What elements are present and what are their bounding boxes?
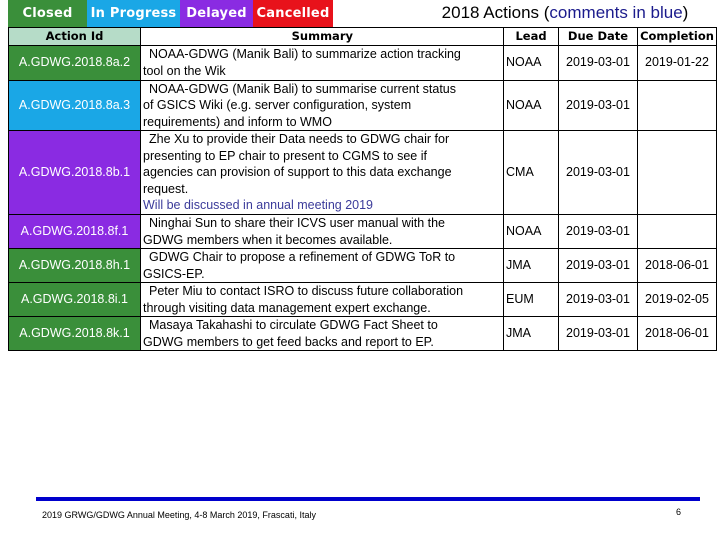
table-row: A.GDWG.2018.8h.1 GDWG Chair to propose a …: [8, 248, 717, 283]
footer-text: 2019 GRWG/GDWG Annual Meeting, 4-8 March…: [42, 510, 316, 520]
title-end: ): [682, 3, 689, 22]
completion-cell: 2018-06-01: [637, 248, 717, 283]
page-title: 2018 Actions (comments in blue): [430, 3, 700, 23]
due-date-cell: 2019-03-01: [558, 214, 638, 249]
legend-cancelled: Cancelled: [253, 0, 333, 27]
due-date-cell: 2019-03-01: [558, 44, 638, 81]
summary-line: Masaya Takahashi to circulate GDWG Fact …: [149, 318, 438, 332]
actions-table: Action Id Summary Lead Due Date Completi…: [8, 27, 717, 351]
action-id-cell: A.GDWG.2018.8f.1: [8, 214, 141, 249]
legend-delayed: Delayed: [180, 0, 253, 27]
lead-cell: NOAA: [503, 44, 559, 81]
title-highlight: comments in blue: [549, 3, 683, 22]
summary-line: GDWG Chair to propose a refinement of GD…: [149, 250, 456, 264]
table-row: A.GDWG.2018.8f.1 Ninghai Sun to share the…: [8, 214, 717, 249]
status-legend: Closed In Progress Delayed Cancelled: [8, 0, 333, 27]
legend-closed: Closed: [8, 0, 87, 27]
due-date-cell: 2019-03-01: [558, 316, 638, 351]
due-date-cell: 2019-03-01: [558, 248, 638, 283]
completion-cell: [637, 214, 717, 249]
lead-cell: CMA: [503, 130, 559, 215]
summary-line: Peter Miu to contact ISRO to discuss fut…: [149, 284, 464, 298]
summary-cell: GDWG Chair to propose a refinement of GD…: [140, 248, 504, 283]
footer-divider: [36, 497, 700, 501]
completion-cell: [637, 79, 717, 131]
completion-cell: 2018-06-01: [637, 316, 717, 351]
completion-cell: [637, 130, 717, 215]
summary-line: Ninghai Sun to share their ICVS user man…: [149, 216, 445, 230]
title-main: 2018 Actions (: [441, 3, 550, 22]
page-number: 6: [676, 507, 682, 517]
summary-line: NOAA-GDWG (Manik Bali) to summarise curr…: [149, 81, 457, 96]
lead-cell: JMA: [503, 316, 559, 351]
summary-line: Zhe Xu to provide their Data needs to GD…: [149, 132, 450, 147]
summary-line: GDWG members when it becomes available.: [143, 232, 393, 247]
action-id-cell: A.GDWG.2018.8i.1: [8, 282, 141, 317]
summary-line: presenting to EP chair to present to CGM…: [143, 148, 427, 163]
table-body: A.GDWG.2018.8a.2 NOAA-GDWG (Manik Bali) t…: [8, 44, 717, 351]
action-id-cell: A.GDWG.2018.8b.1: [8, 130, 141, 215]
summary-line: through visiting data management expert …: [143, 300, 431, 315]
due-date-cell: 2019-03-01: [558, 79, 638, 131]
action-id-cell: A.GDWG.2018.8k.1: [8, 316, 141, 351]
header-due-date: Due Date: [558, 27, 638, 46]
lead-cell: JMA: [503, 248, 559, 283]
table-row: A.GDWG.2018.8k.1 Masaya Takahashi to circ…: [8, 316, 717, 351]
header-action-id: Action Id: [8, 27, 141, 46]
summary-line: requirements) and inform to WMO: [143, 114, 332, 129]
summary-cell: NOAA-GDWG (Manik Bali) to summarize acti…: [140, 44, 504, 81]
action-id-cell: A.GDWG.2018.8a.2: [8, 44, 141, 81]
summary-cell: Peter Miu to contact ISRO to discuss fut…: [140, 282, 504, 317]
summary-line: NOAA-GDWG (Manik Bali) to summarize acti…: [149, 47, 461, 61]
table-header-row: Action Id Summary Lead Due Date Completi…: [8, 27, 717, 46]
lead-cell: NOAA: [503, 79, 559, 131]
summary-line: tool on the Wik: [143, 63, 226, 78]
summary-line: agencies can provision of support to thi…: [143, 165, 452, 180]
table-row: A.GDWG.2018.8a.3 NOAA-GDWG (Manik Bali) t…: [8, 79, 717, 131]
summary-cell: Masaya Takahashi to circulate GDWG Fact …: [140, 316, 504, 351]
legend-in-progress: In Progress: [87, 0, 180, 27]
action-id-cell: A.GDWG.2018.8a.3: [8, 79, 141, 131]
summary-line: of GSICS Wiki (e.g. server configuration…: [143, 98, 412, 112]
table-row: A.GDWG.2018.8i.1 Peter Miu to contact ISR…: [8, 282, 717, 317]
completion-cell: 2019-01-22: [637, 44, 717, 81]
summary-line: GDWG members to get feed backs and repor…: [143, 334, 434, 349]
summary-cell: NOAA-GDWG (Manik Bali) to summarise curr…: [140, 79, 504, 131]
summary-cell: Ninghai Sun to share their ICVS user man…: [140, 214, 504, 249]
summary-cell: Zhe Xu to provide their Data needs to GD…: [140, 130, 504, 215]
action-id-cell: A.GDWG.2018.8h.1: [8, 248, 141, 283]
due-date-cell: 2019-03-01: [558, 282, 638, 317]
lead-cell: EUM: [503, 282, 559, 317]
due-date-cell: 2019-03-01: [558, 130, 638, 215]
summary-comment: Will be discussed in annual meeting 2019: [143, 198, 373, 213]
header-completion: Completion: [637, 27, 717, 46]
summary-line: request.: [143, 181, 189, 196]
header-summary: Summary: [140, 27, 504, 46]
table-row: A.GDWG.2018.8a.2 NOAA-GDWG (Manik Bali) t…: [8, 44, 717, 81]
header-lead: Lead: [503, 27, 559, 46]
completion-cell: 2019-02-05: [637, 282, 717, 317]
summary-line: GSICS-EP.: [143, 266, 205, 281]
lead-cell: NOAA: [503, 214, 559, 249]
table-row: A.GDWG.2018.8b.1 Zhe Xu to provide their …: [8, 130, 717, 215]
